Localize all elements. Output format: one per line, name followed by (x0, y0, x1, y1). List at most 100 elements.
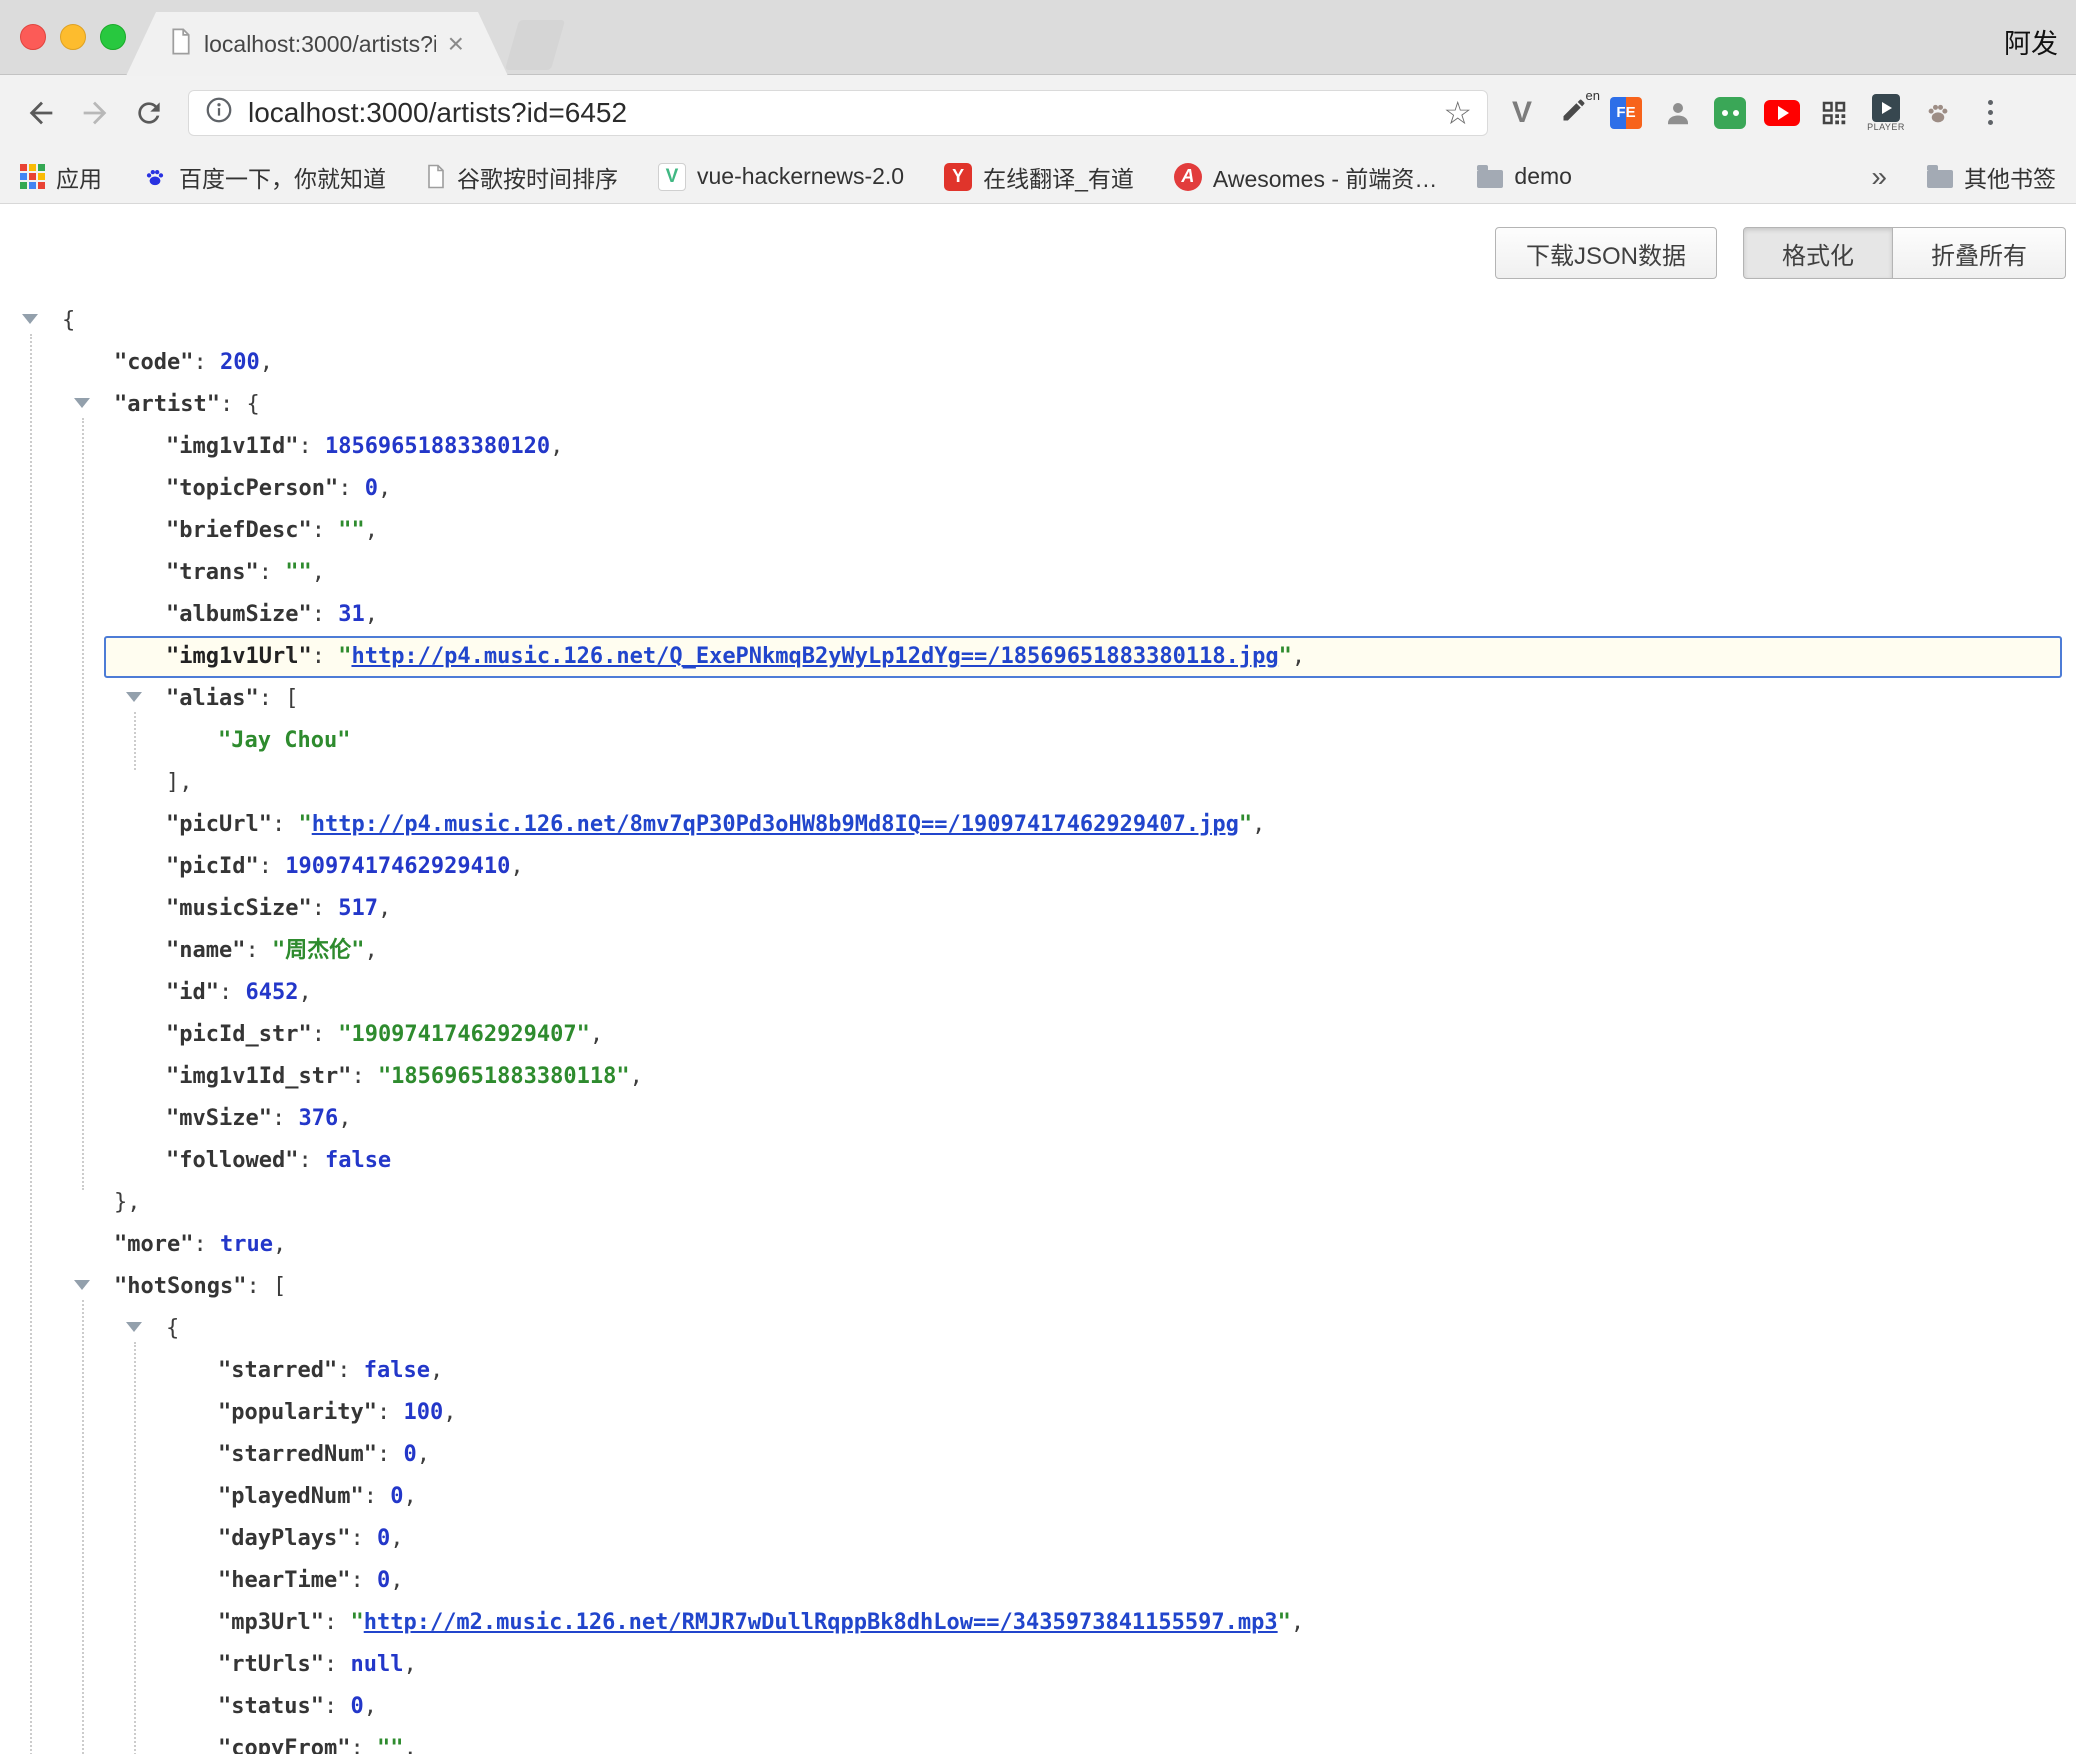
browser-menu-icon[interactable] (1968, 87, 2012, 139)
download-json-button[interactable]: 下载JSON数据 (1495, 227, 1717, 279)
bookmark-baidu[interactable]: 百度一下，你就知道 (142, 160, 386, 194)
json-token-p: , (403, 1736, 416, 1754)
json-token-p: , (1291, 1610, 1304, 1635)
collapse-toggle-icon[interactable] (74, 1280, 90, 1290)
json-token-num: 6452 (245, 980, 298, 1005)
minimize-window-button[interactable] (60, 24, 86, 50)
new-tab-button[interactable] (505, 20, 565, 70)
json-line: "popularity": 100, (0, 1392, 2076, 1434)
tab-close-icon[interactable]: × (448, 30, 464, 58)
close-window-button[interactable] (20, 24, 46, 50)
youtube-extension-icon[interactable] (1760, 87, 1804, 139)
qr-icon (1819, 98, 1849, 128)
json-token-bool: true (220, 1232, 273, 1257)
json-token-p: , (365, 602, 378, 627)
json-token-num: 0 (365, 476, 378, 501)
json-url-link[interactable]: http://m2.music.126.net/RMJR7wDullRqppBk… (364, 1610, 1278, 1635)
folder-icon (1477, 170, 1503, 188)
json-token-num: 19097417462929410 (285, 854, 510, 879)
json-token-p: ], (166, 770, 193, 795)
green-shield-extension-icon[interactable] (1708, 87, 1752, 139)
format-button[interactable]: 格式化 (1743, 227, 1893, 279)
collapse-toggle-icon[interactable] (22, 314, 38, 324)
qr-code-extension-icon[interactable] (1812, 87, 1856, 139)
json-token-str: "18569651883380118" (378, 1064, 630, 1089)
json-url-link[interactable]: http://p4.music.126.net/8mv7qP30Pd3oHW8b… (312, 812, 1239, 837)
youdao-icon: Y (944, 163, 972, 191)
json-token-key: "img1v1Id_str" (166, 1064, 351, 1089)
json-token-q: " (1279, 644, 1292, 669)
json-token-key: "popularity" (218, 1400, 377, 1425)
json-tree: {"code": 200,"artist": {"img1v1Id": 1856… (0, 300, 2076, 1754)
vimium-extension-icon[interactable]: V (1500, 87, 1544, 139)
address-bar[interactable]: localhost:3000/artists?id=6452 ☆ (188, 90, 1488, 136)
json-token-p: , (550, 434, 563, 459)
other-bookmarks[interactable]: 其他书签 (1927, 160, 2056, 194)
json-line: "picUrl": "http://p4.music.126.net/8mv7q… (0, 804, 2076, 846)
collapse-all-button[interactable]: 折叠所有 (1893, 227, 2066, 279)
awesomes-icon: A (1174, 163, 1202, 191)
back-button[interactable] (14, 86, 68, 140)
url-text[interactable]: localhost:3000/artists?id=6452 (248, 97, 1443, 129)
json-token-p: : (245, 938, 272, 963)
json-token-key: "rtUrls" (218, 1652, 324, 1677)
bookmark-awesomes[interactable]: A Awesomes - 前端资… (1174, 160, 1438, 194)
collapse-toggle-icon[interactable] (126, 1322, 142, 1332)
json-token-key: "musicSize" (166, 896, 312, 921)
zoom-window-button[interactable] (100, 24, 126, 50)
bookmark-apps[interactable]: 应用 (20, 160, 102, 194)
browser-toolbar: localhost:3000/artists?id=6452 ☆ V en FE (0, 75, 2076, 150)
page-info-icon[interactable] (204, 95, 234, 130)
green-chip-icon (1714, 97, 1746, 129)
paw-extension-icon[interactable] (1916, 87, 1960, 139)
player-extension-icon[interactable]: PLAYER (1864, 87, 1908, 139)
json-line: "mvSize": 376, (0, 1098, 2076, 1140)
json-line: "img1v1Id_str": "18569651883380118", (0, 1056, 2076, 1098)
collapse-toggle-icon[interactable] (126, 692, 142, 702)
collapse-toggle-icon[interactable] (74, 398, 90, 408)
json-token-key: "id" (166, 980, 219, 1005)
back-arrow-icon (24, 96, 58, 130)
json-token-p: : (350, 1568, 377, 1593)
json-token-key: "starredNum" (218, 1442, 377, 1467)
json-line: "starredNum": 0, (0, 1434, 2076, 1476)
json-token-p: [ (273, 1274, 286, 1299)
fehelper-extension-icon[interactable]: FE (1604, 87, 1648, 139)
bookmark-star-icon[interactable]: ☆ (1443, 94, 1472, 132)
json-token-q: " (298, 812, 311, 837)
page-favicon-icon (170, 28, 192, 60)
bookmark-vue-hackernews[interactable]: V vue-hackernews-2.0 (658, 163, 904, 191)
json-token-p: : (312, 896, 339, 921)
bookmark-youdao[interactable]: Y 在线翻译_有道 (944, 160, 1134, 194)
json-token-p: , (365, 518, 378, 543)
json-token-p: , (417, 1442, 430, 1467)
reload-button[interactable] (122, 86, 176, 140)
json-token-p: : (312, 1022, 339, 1047)
profile-extension-icon[interactable] (1656, 87, 1700, 139)
json-token-str: "Jay Chou" (218, 728, 350, 753)
translate-lang-badge: en (1586, 88, 1600, 103)
json-token-key: "briefDesc" (166, 518, 312, 543)
json-token-bool: null (350, 1652, 403, 1677)
baidu-paw-icon (142, 164, 168, 190)
json-token-key: "name" (166, 938, 245, 963)
browser-tab[interactable]: localhost:3000/artists?id=645 × (126, 12, 508, 76)
json-line: "trans": "", (0, 552, 2076, 594)
translate-extension-icon[interactable]: en (1552, 87, 1596, 139)
json-token-p: : (377, 1442, 404, 1467)
json-line: "hearTime": 0, (0, 1560, 2076, 1602)
bookmarks-overflow-icon[interactable]: » (1871, 161, 1887, 193)
json-token-p: : (220, 392, 247, 417)
json-token-key: "artist" (114, 392, 220, 417)
forward-button[interactable] (68, 86, 122, 140)
bookmark-demo-folder[interactable]: demo (1477, 163, 1572, 190)
profile-name[interactable]: 阿发 (2004, 22, 2058, 61)
reload-icon (133, 97, 165, 129)
json-token-keyb: "img1v1Url" (166, 644, 312, 669)
apps-grid-icon (20, 164, 45, 189)
json-line: "rtUrls": null, (0, 1644, 2076, 1686)
bookmark-google-sort[interactable]: 谷歌按时间排序 (426, 160, 618, 194)
json-url-link[interactable]: http://p4.music.126.net/Q_ExePNkmqB2yWyL… (351, 644, 1278, 669)
json-token-p: : (324, 1610, 351, 1635)
json-token-num: 0 (390, 1484, 403, 1509)
